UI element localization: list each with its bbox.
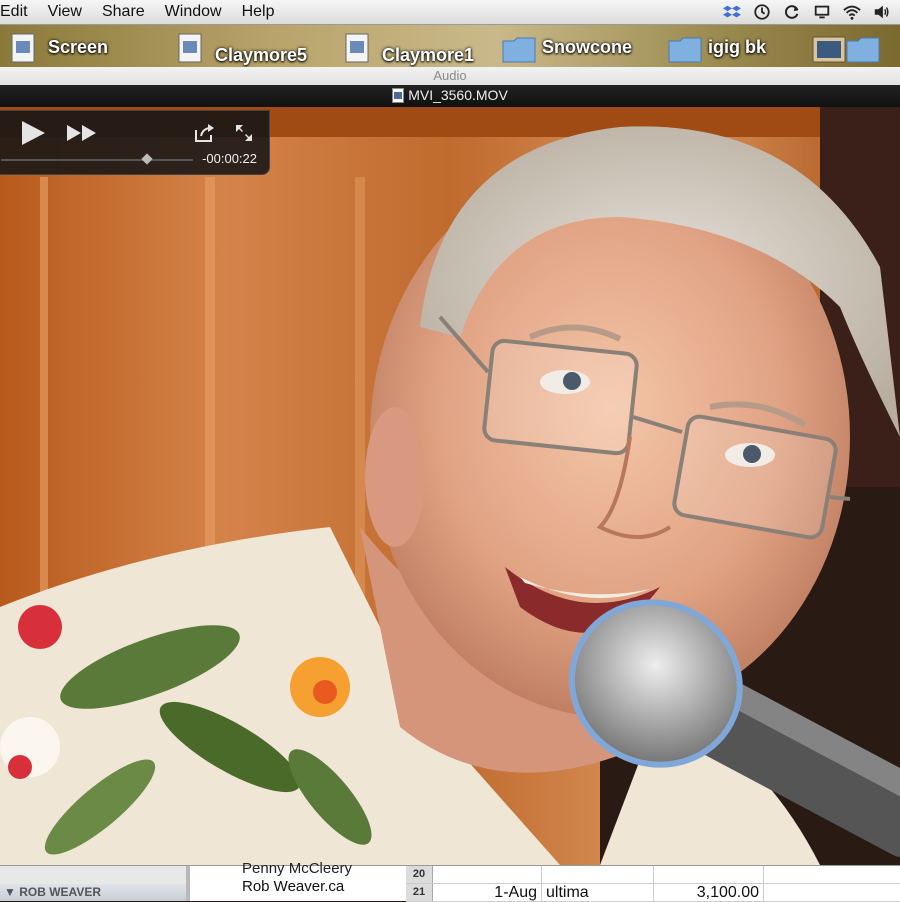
display-icon[interactable] [812, 2, 832, 22]
table-cell[interactable]: ultima [542, 884, 654, 901]
movie-controller: -00:00:22 [0, 110, 270, 175]
expand-arrows-icon [236, 125, 252, 141]
desktop-icon-claymore5[interactable]: Claymore5 [175, 33, 307, 66]
window-title: MVI_3560.MOV [0, 87, 900, 103]
desktop-icon-folder-cut-2[interactable] [846, 33, 886, 63]
share-icon [195, 124, 214, 142]
desktop-icon-igig-bk[interactable]: igig bk [668, 33, 766, 63]
menu-extras [722, 0, 892, 24]
desktop-icon-label: Screen [48, 37, 109, 57]
folder-icon [668, 37, 702, 63]
desktop-icon-claymore1[interactable]: Claymore1 [342, 33, 474, 66]
table-cell[interactable] [432, 866, 542, 883]
table-cell[interactable]: 1-Aug [432, 884, 542, 901]
share-button[interactable] [194, 123, 216, 143]
playhead[interactable] [141, 153, 153, 165]
play-button[interactable] [18, 119, 48, 147]
contact-list: Penny McCleery Rob Weaver.ca [190, 860, 406, 901]
desktop-icon-label: Snowcone [542, 37, 633, 57]
table-row: 21 1-Aug ultima 3,100.00 [406, 884, 900, 902]
document-icon [11, 33, 35, 63]
table-row: 20 [406, 866, 900, 884]
sidebar-section-label: ROB WEAVER [19, 885, 101, 899]
background-app-strip: ▼ ROB WEAVER Penny McCleery Rob Weaver.c… [0, 860, 900, 902]
document-icon [178, 33, 202, 63]
menu-bar: Edit View Share Window Help [0, 0, 900, 25]
menu-help[interactable]: Help [232, 0, 285, 24]
table-cell[interactable] [542, 866, 654, 883]
contact-item[interactable]: Penny McCleery [242, 860, 352, 877]
contact-item[interactable]: Rob Weaver.ca [242, 878, 344, 895]
menu-view[interactable]: View [38, 0, 92, 24]
folder-icon [502, 37, 536, 63]
folder-icon [846, 37, 880, 63]
time-machine-icon[interactable] [752, 2, 772, 22]
movie-file-icon [392, 87, 405, 103]
desktop-icon-label: Claymore5 [215, 45, 308, 65]
fast-forward-button[interactable] [65, 123, 99, 143]
scrubber-track[interactable] [1, 159, 193, 161]
image-folder-icon [812, 36, 846, 63]
menu-window[interactable]: Window [155, 0, 232, 24]
menu-share[interactable]: Share [92, 0, 155, 24]
window-title-bar[interactable]: Audio MVI_3560.MOV [0, 67, 900, 107]
desktop-background: Screen Claymore5 Claymore1 Snowcone igig… [0, 25, 900, 67]
row-header[interactable]: 21 [406, 884, 433, 901]
play-icon [22, 121, 45, 145]
spreadsheet-grid: 20 21 1-Aug ultima 3,100.00 [406, 866, 900, 902]
fast-forward-icon [67, 125, 96, 141]
disclosure-triangle-icon: ▼ [4, 885, 20, 899]
row-header[interactable]: 20 [406, 866, 433, 883]
fullscreen-button[interactable] [234, 123, 254, 143]
audio-window-label: Audio [433, 68, 467, 83]
volume-icon[interactable] [872, 2, 892, 22]
document-icon [345, 33, 369, 63]
wifi-icon[interactable] [842, 2, 862, 22]
window-title-text: MVI_3560.MOV [408, 87, 508, 103]
sync-icon[interactable] [782, 2, 802, 22]
dropbox-icon[interactable] [722, 2, 742, 22]
menu-items: Edit View Share Window Help [0, 0, 284, 24]
sidebar-section-rob-weaver[interactable]: ▼ ROB WEAVER [0, 884, 186, 901]
desktop-icon-label: Claymore1 [382, 45, 475, 65]
video-frame[interactable] [0, 107, 900, 865]
table-cell[interactable] [654, 866, 764, 883]
table-cell[interactable]: 3,100.00 [654, 884, 764, 901]
desktop-icon-snowcone[interactable]: Snowcone [502, 33, 632, 63]
desktop-icon-label: igig bk [708, 37, 766, 57]
menu-edit[interactable]: Edit [0, 0, 38, 24]
time-remaining: -00:00:22 [202, 151, 257, 166]
desktop-icon-screen[interactable]: Screen [8, 33, 108, 63]
